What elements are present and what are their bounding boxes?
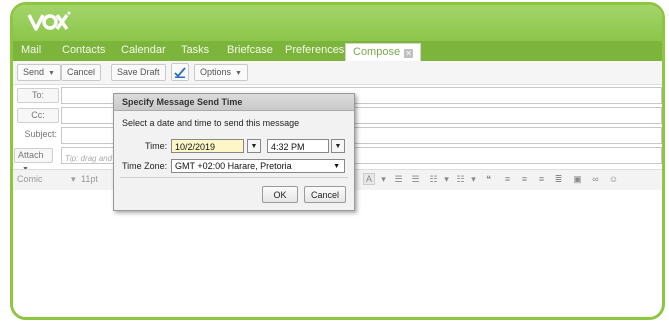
- send-time-dialog: Specify Message Send Time Select a date …: [113, 93, 355, 211]
- chevron-down-icon[interactable]: ▾: [468, 174, 479, 184]
- indent-icon[interactable]: ☰: [410, 174, 421, 184]
- date-picker-button[interactable]: ▼: [247, 139, 261, 153]
- bullet-list-icon[interactable]: ☷: [428, 174, 439, 184]
- font-select[interactable]: Comic: [17, 174, 43, 184]
- subject-label: Subject:: [24, 129, 57, 139]
- time-label: Time:: [145, 141, 168, 151]
- tab-mail[interactable]: Mail: [21, 44, 41, 56]
- tab-calendar[interactable]: Calendar: [121, 44, 166, 56]
- chevron-down-icon: ▼: [333, 163, 340, 170]
- align-right-icon[interactable]: ≡: [536, 174, 547, 184]
- image-icon[interactable]: ▣: [572, 174, 583, 184]
- blockquote-icon[interactable]: ❝: [483, 174, 494, 184]
- align-left-icon[interactable]: ≡: [502, 174, 513, 184]
- chevron-down-icon[interactable]: ▾: [378, 174, 389, 184]
- main-tabs: Mail Contacts Calendar Tasks Briefcase P…: [13, 41, 662, 62]
- spellcheck-button[interactable]: [171, 63, 189, 81]
- tab-briefcase[interactable]: Briefcase: [227, 44, 273, 56]
- font-size-select[interactable]: 11pt: [81, 174, 98, 184]
- app-window: Mail Contacts Calendar Tasks Briefcase P…: [10, 2, 665, 320]
- dialog-cancel-button[interactable]: Cancel: [304, 186, 346, 203]
- time-input[interactable]: 4:32 PM: [267, 139, 329, 153]
- attach-label: Attach: [18, 150, 44, 160]
- send-button[interactable]: Send ▼: [17, 64, 61, 81]
- tab-compose[interactable]: Compose ✕: [345, 43, 422, 62]
- text-color-icon[interactable]: A: [363, 173, 375, 185]
- send-label: Send: [23, 67, 45, 77]
- time-zone-select[interactable]: GMT +02:00 Harare, Pretoria ▼: [171, 159, 345, 173]
- chevron-down-icon: ▼: [235, 70, 242, 77]
- tab-contacts[interactable]: Contacts: [62, 44, 105, 56]
- time-zone-label: Time Zone:: [122, 161, 168, 171]
- dialog-divider: [120, 177, 348, 178]
- tab-compose-label: Compose: [353, 46, 401, 58]
- cc-button[interactable]: Cc:: [17, 108, 59, 123]
- ok-button[interactable]: OK: [262, 186, 298, 203]
- tab-tasks[interactable]: Tasks: [181, 44, 209, 56]
- align-center-icon[interactable]: ≡: [519, 174, 530, 184]
- dialog-prompt: Select a date and time to send this mess…: [122, 118, 300, 128]
- align-justify-icon[interactable]: ≣: [553, 174, 564, 184]
- close-icon[interactable]: ✕: [404, 49, 414, 58]
- outdent-icon[interactable]: ☰: [393, 174, 404, 184]
- time-zone-value: GMT +02:00 Harare, Pretoria: [175, 161, 292, 171]
- font-size-caret[interactable]: ▾: [71, 174, 76, 185]
- header-bar: [13, 5, 662, 41]
- options-label: Options: [200, 67, 232, 77]
- emoticon-icon[interactable]: ☺: [608, 174, 619, 184]
- link-icon[interactable]: ∞: [590, 174, 601, 184]
- spellcheck-icon: [174, 67, 186, 78]
- options-button[interactable]: Options ▼: [194, 64, 248, 81]
- compose-toolbar: Send ▼ Cancel Save Draft Options ▼: [13, 61, 662, 85]
- vox-logo: [27, 11, 71, 31]
- attach-button[interactable]: Attach▼: [14, 148, 53, 173]
- cancel-button[interactable]: Cancel: [61, 64, 102, 81]
- date-input[interactable]: 10/2/2019: [171, 139, 244, 153]
- chevron-down-icon: ▼: [48, 70, 55, 77]
- to-button[interactable]: To:: [17, 88, 59, 103]
- time-picker-button[interactable]: ▼: [331, 139, 345, 153]
- tab-preferences[interactable]: Preferences: [285, 44, 344, 56]
- numbered-list-icon[interactable]: ☷: [455, 174, 466, 184]
- attach-tip: Tip: drag and: [65, 154, 113, 163]
- save-draft-button[interactable]: Save Draft: [111, 64, 166, 81]
- chevron-down-icon[interactable]: ▾: [441, 174, 452, 184]
- dialog-title[interactable]: Specify Message Send Time: [114, 94, 354, 111]
